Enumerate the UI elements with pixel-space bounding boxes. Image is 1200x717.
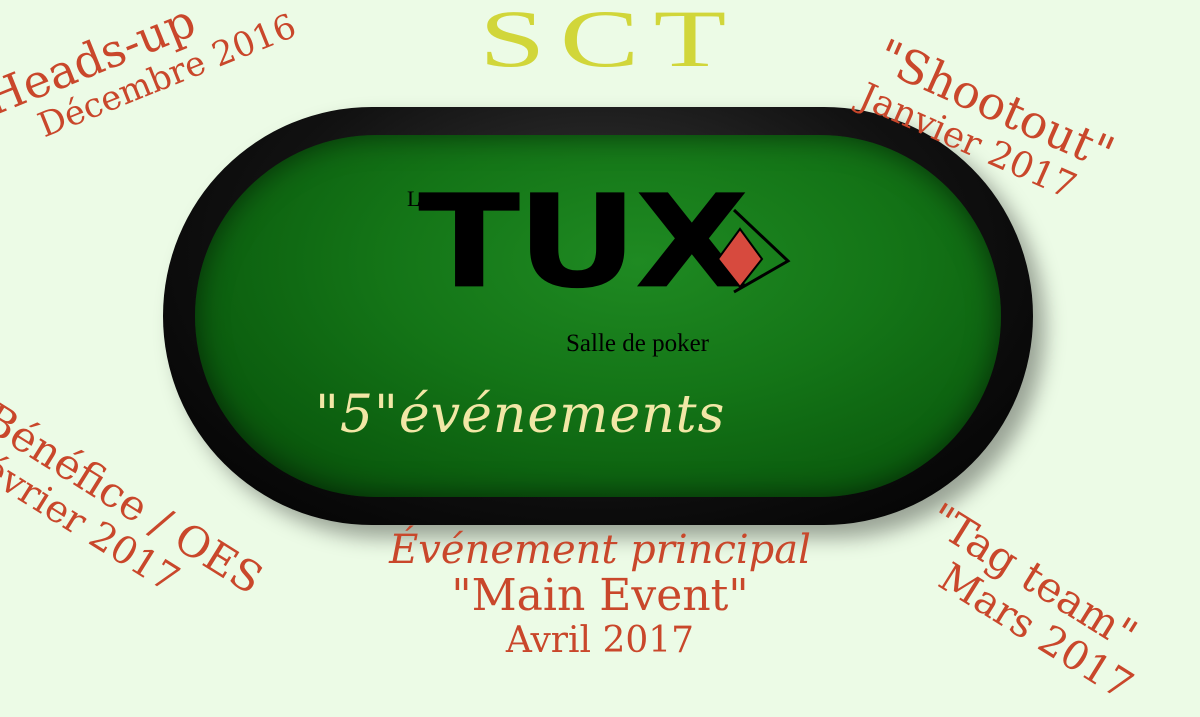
event-tag-team: "Tag team" Mars 2017 [897,493,1164,709]
event-main-event-date: Avril 2017 [505,620,695,661]
event-main-event-name: Événement principal [389,527,811,573]
logo-subtitle: Salle de poker [566,330,710,357]
event-main-event: Événement principal "Main Event" Avril 2… [340,528,860,662]
title-sct: SCT [479,0,741,84]
event-heads-up: Heads-up Décembre 2016 [0,0,302,160]
event-main-event-alt-name: "Main Event" [451,570,749,621]
diamond-icon [712,206,794,300]
events-count-heading: "5"événements [315,385,726,445]
logo-name: TUX [418,167,750,318]
